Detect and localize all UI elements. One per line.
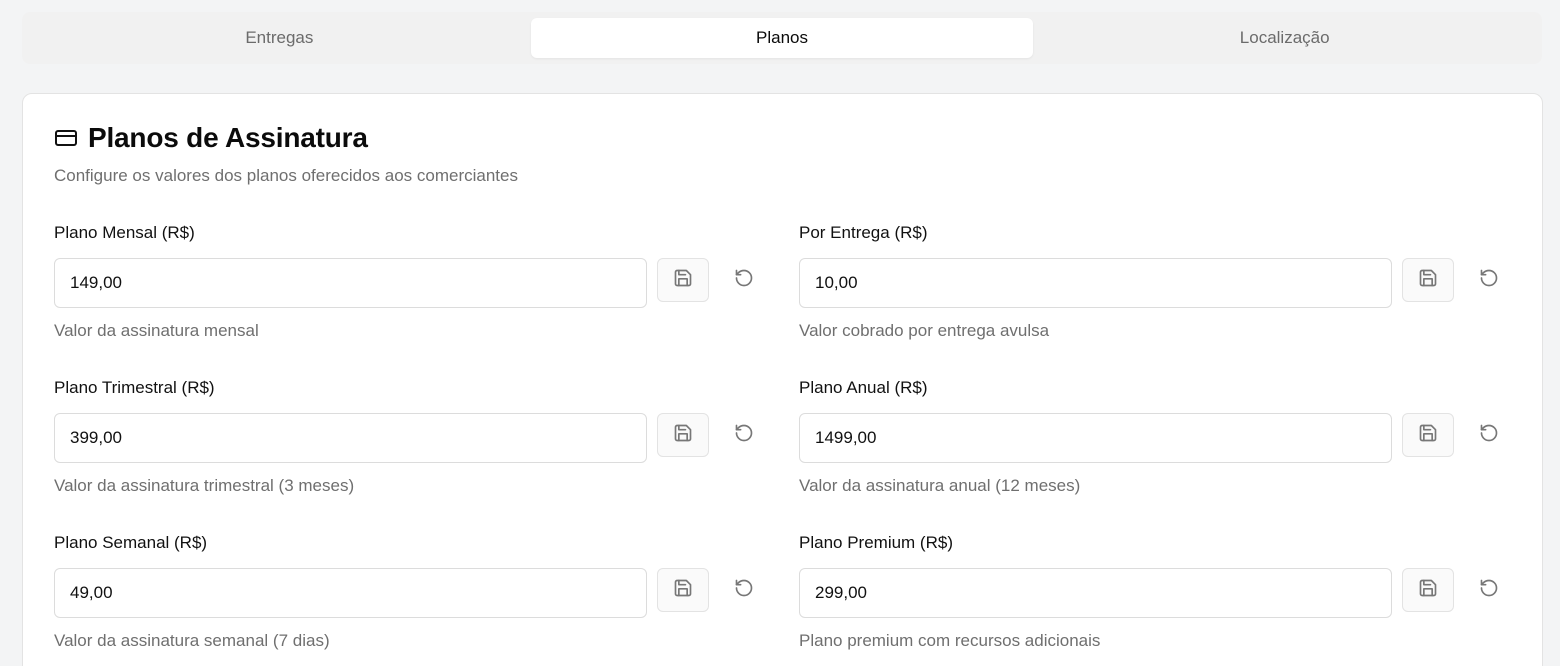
- save-icon: [673, 268, 693, 293]
- plano-semanal-input[interactable]: [54, 568, 647, 618]
- field-plano-mensal: Plano Mensal (R$) Valor da assinatura me…: [54, 222, 754, 342]
- save-button[interactable]: [1402, 258, 1454, 302]
- plano-trimestral-input[interactable]: [54, 413, 647, 463]
- reset-button[interactable]: [728, 568, 760, 612]
- field-help: Valor cobrado por entrega avulsa: [799, 321, 1050, 340]
- reset-icon: [734, 423, 754, 448]
- save-button[interactable]: [1402, 413, 1454, 457]
- save-button[interactable]: [1402, 568, 1454, 612]
- reset-icon: [734, 578, 754, 603]
- save-icon: [1418, 268, 1438, 293]
- card-header: Planos de Assinatura Configure os valore…: [54, 122, 518, 186]
- field-plano-trimestral: Plano Trimestral (R$) Valor da assinatur…: [54, 377, 754, 497]
- field-por-entrega: Por Entrega (R$) Valor cobrado por entre…: [799, 222, 1499, 342]
- field-label: Plano Trimestral (R$): [54, 378, 215, 397]
- field-plano-anual: Plano Anual (R$) Valor da assinatura anu…: [799, 377, 1499, 497]
- save-icon: [673, 423, 693, 448]
- credit-card-icon: [54, 126, 78, 150]
- reset-icon: [734, 268, 754, 293]
- field-label: Plano Semanal (R$): [54, 533, 208, 552]
- field-help: Valor da assinatura anual (12 meses): [799, 476, 1081, 495]
- reset-button[interactable]: [1473, 413, 1505, 457]
- save-button[interactable]: [657, 413, 709, 457]
- save-icon: [673, 578, 693, 603]
- reset-button[interactable]: [1473, 568, 1505, 612]
- tab-list: Entregas Planos Localização: [22, 12, 1542, 64]
- reset-button[interactable]: [728, 258, 760, 302]
- field-help: Valor da assinatura semanal (7 dias): [54, 631, 330, 650]
- save-icon: [1418, 578, 1438, 603]
- plano-anual-input[interactable]: [799, 413, 1392, 463]
- plano-premium-input[interactable]: [799, 568, 1392, 618]
- plano-mensal-input[interactable]: [54, 258, 647, 308]
- reset-icon: [1479, 423, 1499, 448]
- save-button[interactable]: [657, 568, 709, 612]
- save-icon: [1418, 423, 1438, 448]
- field-help: Plano premium com recursos adicionais: [799, 631, 1101, 650]
- field-label: Por Entrega (R$): [799, 223, 928, 242]
- tab-localizacao[interactable]: Localização: [1033, 18, 1536, 58]
- reset-button[interactable]: [728, 413, 760, 457]
- field-plano-semanal: Plano Semanal (R$) Valor da assinatura s…: [54, 532, 754, 652]
- field-label: Plano Anual (R$): [799, 378, 928, 397]
- tab-planos[interactable]: Planos: [530, 18, 1034, 58]
- reset-button[interactable]: [1473, 258, 1505, 302]
- reset-icon: [1479, 268, 1499, 293]
- field-help: Valor da assinatura mensal: [54, 321, 259, 340]
- field-help: Valor da assinatura trimestral (3 meses): [54, 476, 355, 495]
- save-button[interactable]: [657, 258, 709, 302]
- card-title: Planos de Assinatura: [88, 122, 368, 153]
- reset-icon: [1479, 578, 1499, 603]
- field-label: Plano Premium (R$): [799, 533, 953, 552]
- plans-card: Planos de Assinatura Configure os valore…: [22, 93, 1543, 666]
- por-entrega-input[interactable]: [799, 258, 1392, 308]
- tab-entregas[interactable]: Entregas: [28, 18, 531, 58]
- field-plano-premium: Plano Premium (R$) Plano premium com rec…: [799, 532, 1499, 652]
- field-label: Plano Mensal (R$): [54, 223, 195, 242]
- card-subtitle: Configure os valores dos planos oferecid…: [54, 166, 518, 185]
